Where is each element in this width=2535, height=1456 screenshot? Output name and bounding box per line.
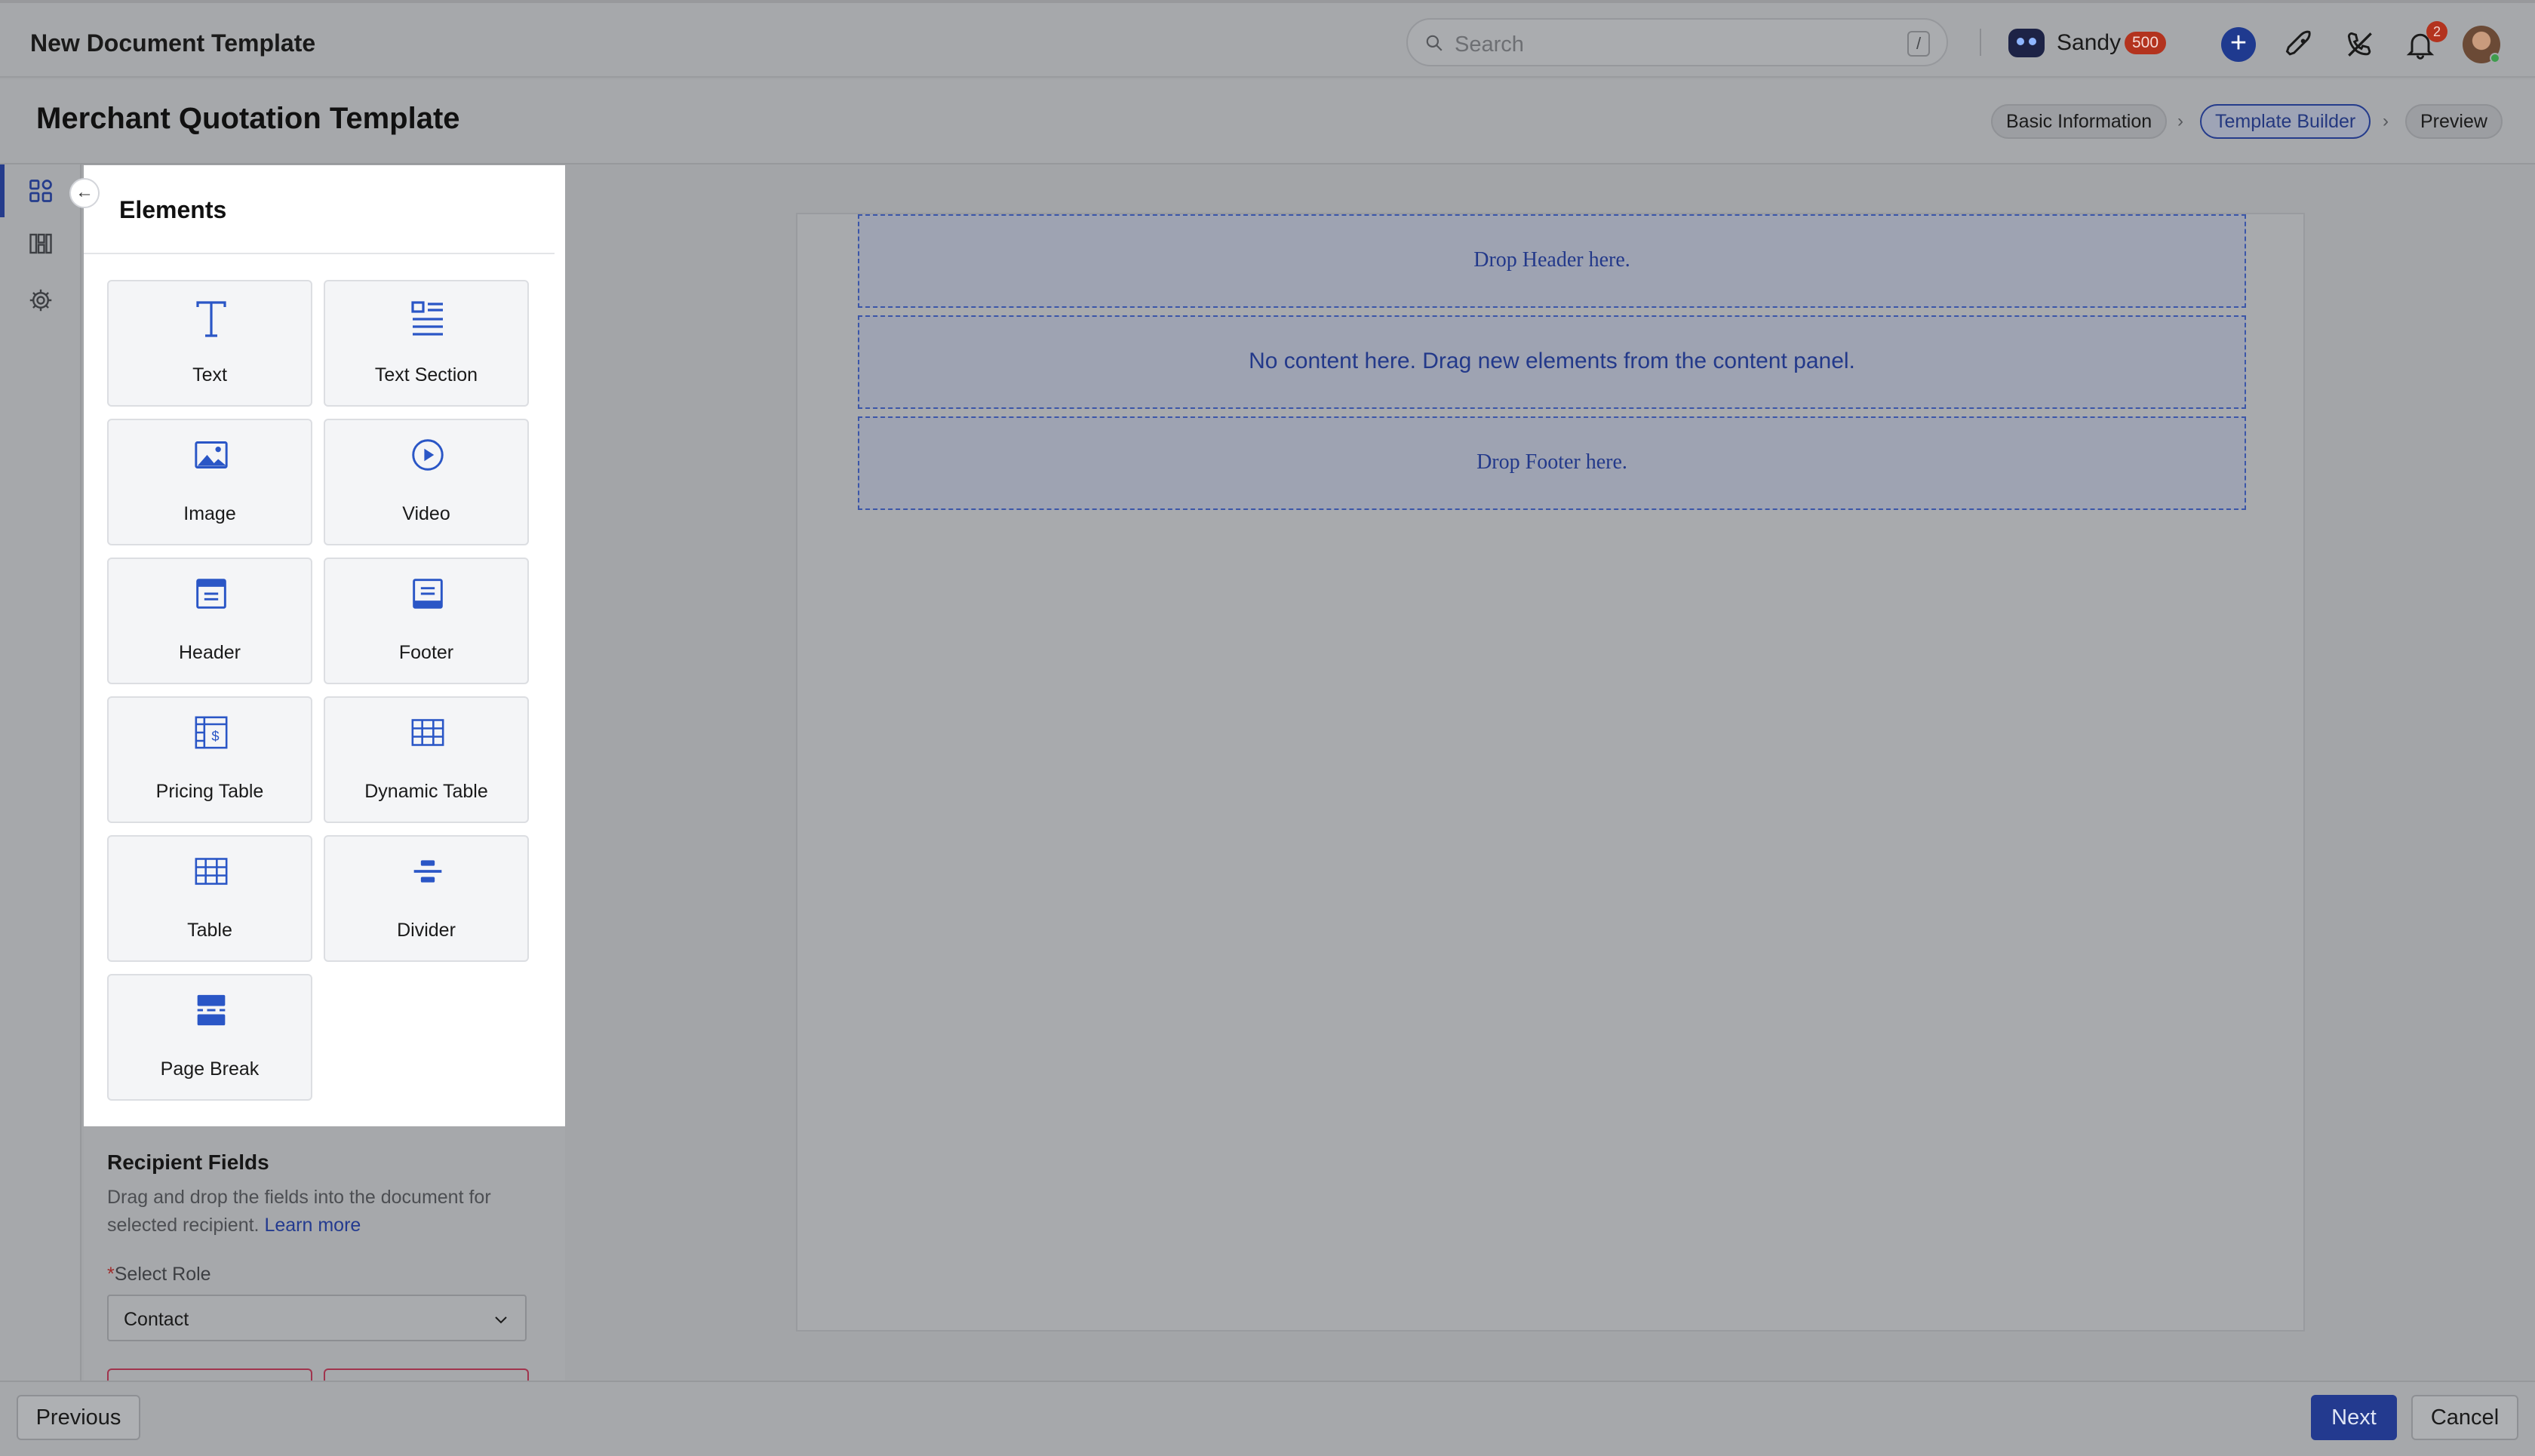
page-break-icon [197,994,226,1026]
page-header: Merchant Quotation Template Basic Inform… [0,79,2535,164]
notification-count-badge: 2 [2426,21,2447,42]
header-icon [196,579,226,609]
app-title: New Document Template [30,29,316,57]
text-icon [196,301,226,337]
element-label: Video [402,503,450,524]
search-icon [1426,35,1443,51]
arrow-left-icon: ← [75,182,94,202]
element-dynamic-table[interactable]: Dynamic Table [324,696,529,823]
svg-text:$: $ [211,728,219,744]
online-status-dot [2490,53,2500,63]
step-preview[interactable]: Preview [2405,104,2503,139]
create-new-button[interactable]: + [2221,27,2256,62]
panel-title: Elements [119,196,227,223]
role-select-value: Contact [124,1309,189,1330]
next-button[interactable]: Next [2311,1395,2397,1440]
collapse-panel-button[interactable]: ← [69,178,100,208]
dynamic-table-icon [411,719,444,746]
assistant-bot-icon[interactable] [2008,29,2045,57]
element-image[interactable]: Image [107,419,312,545]
learn-more-link[interactable]: Learn more [264,1215,361,1236]
bottom-action-bar: Previous Next Cancel [0,1381,2535,1456]
image-icon [195,441,228,468]
element-label: Image [183,503,236,524]
role-label-text: Select Role [114,1264,211,1285]
search-input[interactable]: Search / [1406,18,1948,66]
text-section-icon [411,301,443,336]
element-label: Pricing Table [155,781,264,802]
element-pricing-table[interactable]: $ Pricing Table [107,696,312,823]
element-label: Table [187,920,232,941]
element-label: Divider [397,920,456,941]
element-label: Footer [398,642,454,663]
video-play-icon [412,439,444,471]
element-footer[interactable]: Footer [324,558,529,684]
credits-badge: 500 [2125,32,2167,54]
element-text[interactable]: Text [107,280,312,407]
footer-drop-zone[interactable]: Drop Footer here. [858,416,2246,510]
element-video[interactable]: Video [324,419,529,545]
rocket-icon[interactable] [2283,28,2316,61]
user-name[interactable]: Sandy [2057,30,2121,56]
left-rail [0,164,81,1381]
element-label: Text Section [374,364,478,386]
recipient-fields-description: Drag and drop the fields into the docume… [107,1184,530,1239]
element-text-section[interactable]: Text Section [324,280,529,407]
avatar[interactable] [2463,26,2500,63]
required-mark: * [107,1264,115,1285]
divider [1980,29,1981,56]
elements-grid-icon [29,180,52,202]
footer-icon [413,579,443,609]
header-drop-zone[interactable]: Drop Header here. [858,214,2246,308]
settings-gear-icon [29,289,52,312]
element-header[interactable]: Header [107,558,312,684]
chevron-right-icon: › [2177,111,2183,131]
rail-blocks[interactable] [0,217,81,270]
divider-icon [413,860,442,883]
chevron-down-icon [495,1316,507,1324]
document-canvas: Drop Header here. No content here. Drag … [796,213,2305,1332]
element-label: Dynamic Table [364,781,488,802]
element-label: Header [179,642,241,663]
role-select[interactable]: Contact [107,1295,527,1341]
cancel-button[interactable]: Cancel [2411,1395,2518,1440]
rail-settings[interactable] [0,274,81,327]
page-title: Merchant Quotation Template [36,102,460,135]
elements-panel: Elements Text Text Section Image Video H… [84,165,565,1126]
top-bar: New Document Template Search / Sandy 500… [0,0,2535,78]
pricing-table-icon: $ [195,716,228,749]
recipient-fields-title: Recipient Fields [107,1150,269,1174]
element-divider[interactable]: Divider [324,835,529,962]
content-drop-zone[interactable]: No content here. Drag new elements from … [858,315,2246,409]
element-label: Page Break [160,1058,260,1080]
step-basic-information[interactable]: Basic Information [1991,104,2168,139]
previous-button[interactable]: Previous [17,1395,140,1440]
element-table[interactable]: Table [107,835,312,962]
divider [84,253,555,254]
phone-off-icon[interactable] [2343,28,2377,61]
chevron-right-icon: › [2383,111,2389,131]
select-role-label: *Select Role [107,1264,211,1286]
element-page-break[interactable]: Page Break [107,974,312,1101]
step-template-builder[interactable]: Template Builder [2200,104,2371,139]
recipient-fields-section: Recipient Fields Drag and drop the field… [84,1126,565,1384]
layout-blocks-icon [29,233,52,254]
search-placeholder: Search [1455,32,1524,57]
table-icon [195,858,228,885]
search-shortcut-key: / [1907,31,1930,57]
element-label: Text [192,364,227,386]
